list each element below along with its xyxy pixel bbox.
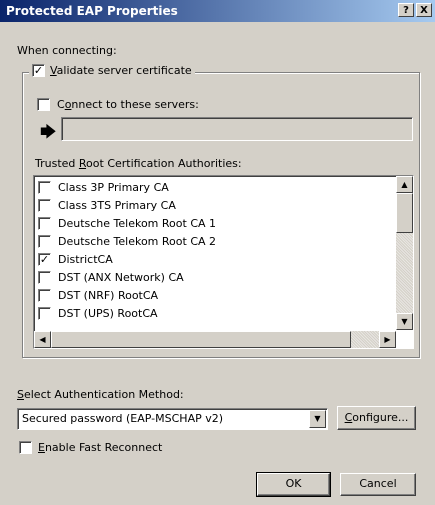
- ca-item-label: DST (NRF) RootCA: [58, 288, 159, 302]
- servers-input[interactable]: [61, 117, 413, 141]
- ca-item-label: DST (UPS) RootCA: [58, 306, 158, 320]
- ca-list-item[interactable]: DST (UPS) RootCA: [35, 304, 395, 322]
- ca-list-item[interactable]: ✓ DistrictCA: [35, 250, 395, 268]
- close-button[interactable]: X: [416, 3, 432, 17]
- window-title: Protected EAP Properties: [6, 4, 178, 18]
- scroll-left-button[interactable]: ◀: [34, 331, 51, 348]
- dropdown-arrow-icon[interactable]: ▼: [309, 410, 326, 428]
- ca-item-checkbox[interactable]: [38, 288, 51, 302]
- ca-item-label: Class 3TS Primary CA: [58, 198, 176, 212]
- validate-cert-accel: V: [50, 64, 57, 77]
- ca-item-checkbox[interactable]: ✓: [38, 252, 51, 266]
- ca-item-checkbox[interactable]: [38, 234, 51, 248]
- ca-item-checkbox[interactable]: [38, 198, 51, 212]
- connect-servers-row[interactable]: Connect to these servers:: [37, 98, 199, 111]
- vertical-scroll-thumb[interactable]: [396, 193, 413, 233]
- validate-cert-row[interactable]: ✓ Validate server certificate: [29, 64, 195, 77]
- ca-vertical-scrollbar[interactable]: ▲ ▼: [396, 176, 413, 330]
- trusted-root-label: Trusted Root Certification Authorities:: [35, 157, 242, 170]
- cancel-button[interactable]: Cancel: [340, 473, 416, 496]
- cursor-icon: 🡆: [40, 122, 57, 141]
- ok-button[interactable]: OK: [256, 472, 331, 497]
- connect-servers-checkbox[interactable]: [37, 98, 50, 111]
- ca-listbox[interactable]: Class 3P Primary CA Class 3TS Primary CA D…: [33, 175, 414, 349]
- ca-list-item[interactable]: DST (ANX Network) CA: [35, 268, 395, 286]
- ca-horizontal-scrollbar[interactable]: ◀ ▶: [34, 331, 396, 348]
- scroll-down-button[interactable]: ▼: [396, 313, 413, 330]
- connect-servers-label: nnect to these servers:: [71, 98, 199, 111]
- auth-method-label: Select Authentication Method:: [17, 388, 184, 401]
- fast-reconnect-row[interactable]: Enable Fast Reconnect: [19, 441, 162, 454]
- ca-item-checkbox[interactable]: [38, 306, 51, 320]
- scroll-up-button[interactable]: ▲: [396, 176, 413, 193]
- connect-servers-prefix: C: [57, 98, 65, 111]
- help-button[interactable]: ?: [398, 3, 414, 17]
- configure-button[interactable]: Configure...: [337, 406, 416, 430]
- title-bar[interactable]: Protected EAP Properties ? X: [0, 0, 435, 22]
- ca-item-label: Class 3P Primary CA: [58, 180, 169, 194]
- fast-reconnect-checkbox[interactable]: [19, 441, 32, 454]
- ca-list-item[interactable]: Class 3P Primary CA: [35, 178, 395, 196]
- auth-method-select[interactable]: Secured password (EAP-MSCHAP v2) ▼: [17, 408, 328, 430]
- ca-item-label: Deutsche Telekom Root CA 1: [58, 216, 217, 230]
- ca-item-label: Deutsche Telekom Root CA 2: [58, 234, 217, 248]
- ca-item-checkbox[interactable]: [38, 180, 51, 194]
- when-connecting-label: When connecting:: [17, 44, 117, 57]
- ca-item-checkbox[interactable]: [38, 216, 51, 230]
- auth-method-value: Secured password (EAP-MSCHAP v2): [22, 412, 224, 425]
- scroll-right-button[interactable]: ▶: [379, 331, 396, 348]
- validate-cert-label: alidate server certificate: [56, 64, 192, 77]
- ca-item-checkbox[interactable]: [38, 270, 51, 284]
- ca-list-item[interactable]: DST (NRF) RootCA: [35, 286, 395, 304]
- ca-list-item[interactable]: Deutsche Telekom Root CA 1: [35, 214, 395, 232]
- ca-item-label: DistrictCA: [58, 252, 113, 266]
- horizontal-scroll-thumb[interactable]: [51, 331, 351, 348]
- ca-list-item[interactable]: Class 3TS Primary CA: [35, 196, 395, 214]
- validate-cert-checkbox[interactable]: ✓: [32, 64, 45, 77]
- ca-item-label: DST (ANX Network) CA: [58, 270, 184, 284]
- ca-list-item[interactable]: Deutsche Telekom Root CA 2: [35, 232, 395, 250]
